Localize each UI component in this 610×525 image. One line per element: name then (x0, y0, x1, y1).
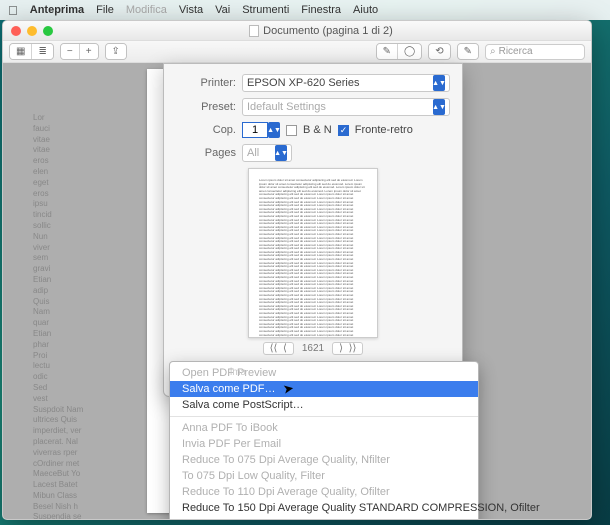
copies-input[interactable] (242, 122, 268, 138)
page-indicator: 1621 (302, 343, 324, 354)
select-arrows-icon: ▲▼ (433, 99, 445, 115)
markup-segment[interactable]: ✎◯ (376, 43, 423, 60)
apple-menu[interactable]:  (8, 3, 18, 18)
copies-label: Cop. (176, 124, 236, 136)
pages-select[interactable]: All ▲▼ (242, 144, 292, 162)
pdf-menu-item[interactable]: Open PDF Previewima (170, 365, 478, 381)
next-page-button[interactable]: ⟩ ⟩⟩ (332, 342, 363, 355)
titlebar: Documento (pagina 1 di 2) (3, 21, 591, 41)
preview-window: Documento (pagina 1 di 2) ▦≣ −+ ⇪ ✎◯ ⟲ ✎… (2, 20, 592, 520)
fronte-retro-checkbox[interactable] (338, 125, 349, 136)
app-name[interactable]: Anteprima (30, 4, 84, 16)
preset-label: Preset: (176, 101, 236, 113)
fronte-retro-label: Fronte-retro (355, 124, 413, 136)
zoom-button[interactable] (43, 26, 53, 36)
share-button[interactable]: ⇪ (105, 43, 127, 60)
print-preview-thumbnail: Lorem ipsum dolor sit amet consectetur a… (248, 168, 378, 338)
pages-label: Pages (176, 147, 236, 159)
print-dialog: Printer: EPSON XP-620 Series ▲▼ Preset: … (163, 63, 463, 397)
search-icon: ⌕ (490, 46, 496, 57)
menu-tools[interactable]: Strumenti (242, 4, 289, 16)
toolbar: ▦≣ −+ ⇪ ✎◯ ⟲ ✎ ⌕Ricerca (3, 41, 591, 63)
select-arrows-icon: ▲▼ (433, 75, 445, 91)
pdf-menu-item[interactable]: Reduce To 075 Dpi Average Quality, Nfilt… (170, 452, 478, 468)
menu-view[interactable]: Vista (179, 4, 203, 16)
background-text: Lorfaucivitaevitaeeroselenegeterosipsuti… (33, 113, 163, 520)
pdf-menu-item[interactable]: Anna PDF To iBook (170, 420, 478, 436)
search-field[interactable]: ⌕Ricerca (485, 44, 585, 60)
pdf-menu-item[interactable]: Reduce To 110 Dpi Average Quality, Ofilt… (170, 484, 478, 500)
pdf-menu-item[interactable]: To 075 Dpi Low Quality, Filter (170, 468, 478, 484)
window-title: Documento (pagina 1 di 2) (263, 25, 393, 37)
stepper-arrows-icon[interactable]: ▲▼ (268, 122, 280, 138)
pdf-menu-item[interactable]: Salva come PDF… (170, 381, 478, 397)
menu-go[interactable]: Vai (215, 4, 230, 16)
preview-pager: ⟨⟨ ⟨ 1621 ⟩ ⟩⟩ (176, 342, 450, 355)
document-area: Lorfaucivitaevitaeeroselenegeterosipsuti… (3, 63, 591, 519)
printer-select[interactable]: EPSON XP-620 Series ▲▼ (242, 74, 450, 92)
zoom-segment[interactable]: −+ (60, 43, 99, 60)
pdf-menu-item[interactable]: Invia PDF Per Email (170, 436, 478, 452)
preset-select[interactable]: Idefault Settings ▲▼ (242, 98, 450, 116)
pdf-menu-item[interactable]: Reduce To 150 Dpi Average Quality STANDA… (170, 500, 478, 516)
edit-button[interactable]: ✎ (457, 43, 479, 60)
macos-menubar:  Anteprima File Modifica Vista Vai Stru… (0, 0, 610, 20)
rotate-button[interactable]: ⟲ (428, 43, 450, 60)
close-button[interactable] (11, 26, 21, 36)
bn-checkbox[interactable] (286, 125, 297, 136)
menu-edit[interactable]: Modifica (126, 4, 167, 16)
copies-stepper[interactable]: ▲▼ (242, 122, 280, 138)
pdf-menu-item[interactable]: Salva come PostScript… (170, 397, 478, 413)
view-mode-segment[interactable]: ▦≣ (9, 43, 54, 60)
minimize-button[interactable] (27, 26, 37, 36)
prev-page-button[interactable]: ⟨⟨ ⟨ (263, 342, 294, 355)
menu-help[interactable]: Aiuto (353, 4, 378, 16)
bn-label: B & N (303, 124, 332, 136)
document-icon (249, 25, 259, 37)
menu-window[interactable]: Finestra (301, 4, 341, 16)
printer-label: Printer: (176, 77, 236, 89)
pdf-menu-item[interactable]: Reduce To 300 Dpi Average Quality, Nfilt… (170, 516, 478, 520)
pdf-menu: Open PDF PreviewimaSalva come PDF…Salva … (169, 361, 479, 520)
select-arrows-icon: ▲▼ (275, 145, 287, 161)
menu-file[interactable]: File (96, 4, 114, 16)
